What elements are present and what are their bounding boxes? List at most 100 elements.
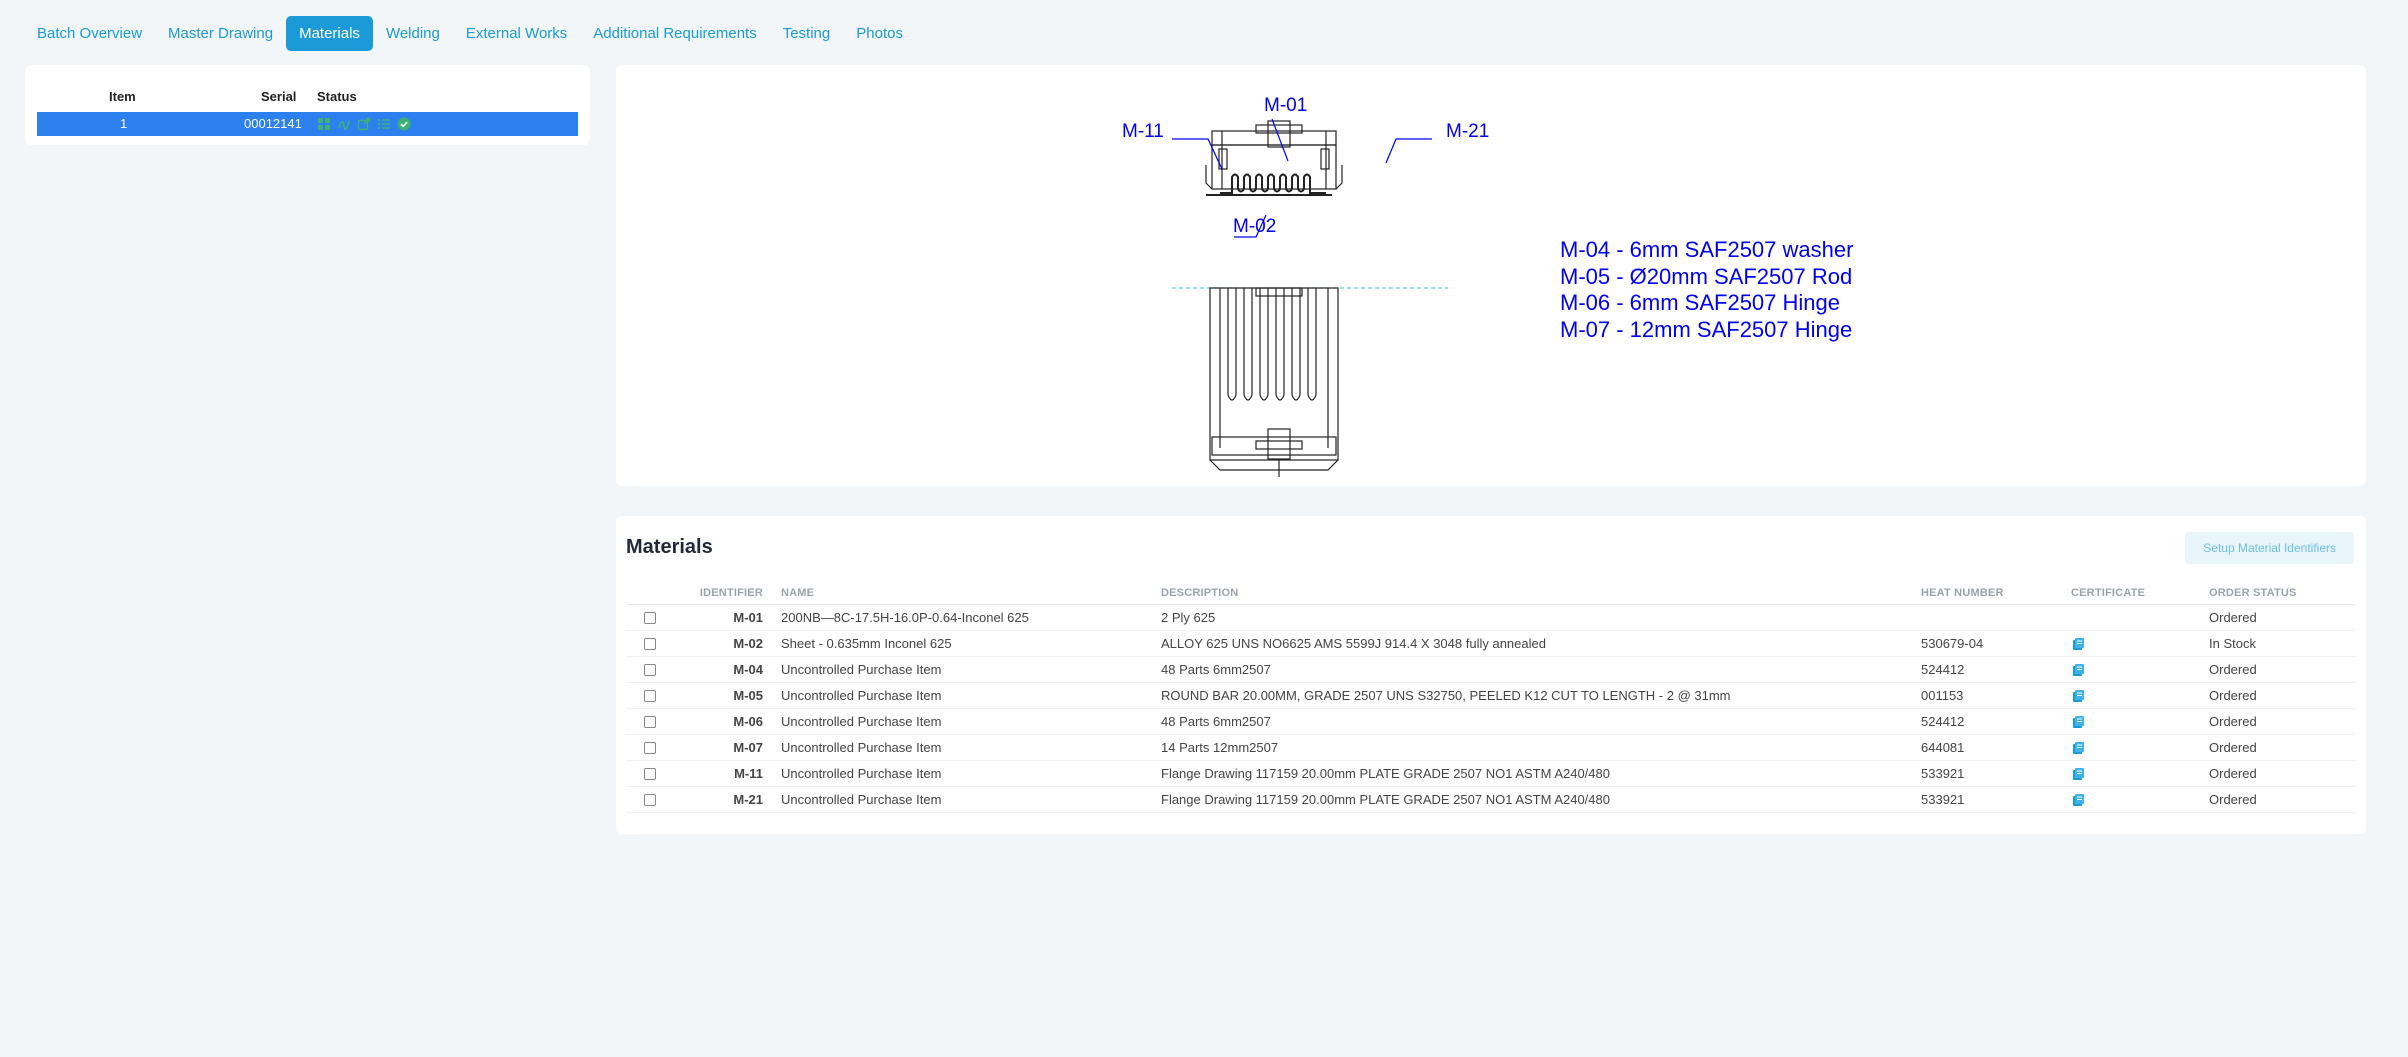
material-heat-number: 644081 [1921,734,2071,761]
certificate-icon[interactable] [2071,741,2085,755]
tab-external-works[interactable]: External Works [453,16,580,51]
serial-column-header: Serial [261,89,297,104]
batch-items-card: Item Serial Status 1 00012141 [25,65,590,145]
material-name-link[interactable]: Uncontrolled Purchase Item [781,656,1161,683]
material-row: M-21 Uncontrolled Purchase Item Flange Dra… [626,786,2356,813]
material-identifier[interactable]: M-04 [666,656,781,683]
batch-serial: 00012141 [244,116,302,131]
external-link-icon[interactable] [357,117,371,131]
check-circle-icon[interactable] [397,117,411,131]
row-select-checkbox[interactable] [644,716,656,729]
material-name-link[interactable]: Sheet - 0.635mm Inconel 625 [781,630,1161,657]
material-certificate [2071,656,2209,683]
tab-welding[interactable]: Welding [373,16,453,51]
material-description: 2 Ply 625 [1161,604,1921,631]
material-name-link[interactable]: Uncontrolled Purchase Item [781,682,1161,709]
material-identifier[interactable]: M-05 [666,682,781,709]
tab-bar: Batch Overview Master Drawing Materials … [24,16,916,51]
material-order-status: Ordered [2209,656,2356,683]
material-identifier[interactable]: M-02 [666,630,781,657]
material-row: M-06 Uncontrolled Purchase Item 48 Parts 6… [626,708,2356,735]
row-select-checkbox[interactable] [644,664,656,677]
material-row: M-07 Uncontrolled Purchase Item 14 Parts 1… [626,734,2356,761]
identifier-column-header: IDENTIFIER [666,582,781,605]
material-row: M-01 200NB—8C-17.5H-16.0P-0.64-Inconel 62… [626,604,2356,631]
row-select-checkbox[interactable] [644,768,656,781]
status-icons [317,117,411,131]
material-name-link[interactable]: 200NB—8C-17.5H-16.0P-0.64-Inconel 625 [781,604,1161,631]
row-select-checkbox[interactable] [644,638,656,651]
material-description: ALLOY 625 UNS NO6625 AMS 5599J 914.4 X 3… [1161,630,1921,657]
material-identifier[interactable]: M-01 [666,604,781,631]
material-certificate [2071,734,2209,761]
material-order-status: Ordered [2209,734,2356,761]
row-select-checkbox[interactable] [644,690,656,703]
status-column-header: Status [317,89,357,104]
certificate-icon[interactable] [2071,715,2085,729]
item-column-header: Item [109,89,136,104]
material-identifier[interactable]: M-21 [666,786,781,813]
material-name-link[interactable]: Uncontrolled Purchase Item [781,734,1161,761]
note-m07: M-07 - 12mm SAF2507 Hinge [1560,317,1852,342]
material-description: Flange Drawing 117159 20.00mm PLATE GRAD… [1161,786,1921,813]
heat-number-column-header: HEAT NUMBER [1921,582,2071,605]
material-order-status: Ordered [2209,760,2356,787]
material-row: M-05 Uncontrolled Purchase Item ROUND BAR … [626,682,2356,709]
tab-materials[interactable]: Materials [286,16,373,51]
note-m05: M-05 - Ø20mm SAF2507 Rod [1560,264,1852,289]
material-identifier[interactable]: M-06 [666,708,781,735]
material-certificate [2071,630,2209,657]
certificate-icon[interactable] [2071,689,2085,703]
label-m02: M-02 [1233,216,1276,237]
material-heat-number [1921,604,2071,631]
material-row: M-04 Uncontrolled Purchase Item 48 Parts 6… [626,656,2356,683]
material-heat-number: 524412 [1921,656,2071,683]
material-description: 14 Parts 12mm2507 [1161,734,1921,761]
label-m11: M-11 [1122,121,1164,142]
batch-row-selected[interactable]: 1 00012141 [37,112,578,136]
name-column-header: NAME [781,582,1161,605]
certificate-icon[interactable] [2071,663,2085,677]
signature-icon[interactable] [337,117,351,131]
material-certificate [2071,604,2209,631]
note-m06: M-06 - 6mm SAF2507 Hinge [1560,290,1840,315]
certificate-column-header: CERTIFICATE [2071,582,2209,605]
tab-photos[interactable]: Photos [843,16,916,51]
material-certificate [2071,786,2209,813]
certificate-icon[interactable] [2071,637,2085,651]
material-identifier[interactable]: M-07 [666,734,781,761]
batch-table-header: Item Serial Status [37,89,578,107]
grid-icon[interactable] [317,117,331,131]
material-name-link[interactable]: Uncontrolled Purchase Item [781,708,1161,735]
material-order-status: Ordered [2209,708,2356,735]
master-drawing-preview: M-11 M-01 M-21 M-02 M-04 - 6mm SAF2507 w… [616,65,2366,486]
tab-testing[interactable]: Testing [770,16,844,51]
material-heat-number: 533921 [1921,760,2071,787]
row-select-checkbox[interactable] [644,612,656,625]
tab-batch-overview[interactable]: Batch Overview [24,16,155,51]
tab-master-drawing[interactable]: Master Drawing [155,16,286,51]
certificate-icon[interactable] [2071,793,2085,807]
material-heat-number: 533921 [1921,786,2071,813]
material-heat-number: 001153 [1921,682,2071,709]
setup-material-identifiers-button[interactable]: Setup Material Identifiers [2185,532,2354,564]
tab-additional-requirements[interactable]: Additional Requirements [580,16,769,51]
row-select-checkbox[interactable] [644,742,656,755]
materials-card: Materials Setup Material Identifiers IDE… [616,516,2366,834]
note-m04: M-04 - 6mm SAF2507 washer [1560,237,1853,262]
list-icon[interactable] [377,117,391,131]
label-m01: M-01 [1264,95,1307,116]
material-order-status: Ordered [2209,682,2356,709]
order-status-column-header: ORDER STATUS [2209,582,2356,605]
batch-item-number: 1 [120,116,128,131]
certificate-icon[interactable] [2071,767,2085,781]
material-row: M-02 Sheet - 0.635mm Inconel 625 ALLOY 625… [626,630,2356,657]
technical-drawing: M-11 M-01 M-21 M-02 M-04 - 6mm SAF2507 w… [1122,95,1853,477]
row-select-checkbox[interactable] [644,794,656,807]
material-description: Flange Drawing 117159 20.00mm PLATE GRAD… [1161,760,1921,787]
material-name-link[interactable]: Uncontrolled Purchase Item [781,786,1161,813]
material-heat-number: 524412 [1921,708,2071,735]
material-row: M-11 Uncontrolled Purchase Item Flange Dra… [626,760,2356,787]
material-identifier[interactable]: M-11 [666,760,781,787]
material-name-link[interactable]: Uncontrolled Purchase Item [781,760,1161,787]
